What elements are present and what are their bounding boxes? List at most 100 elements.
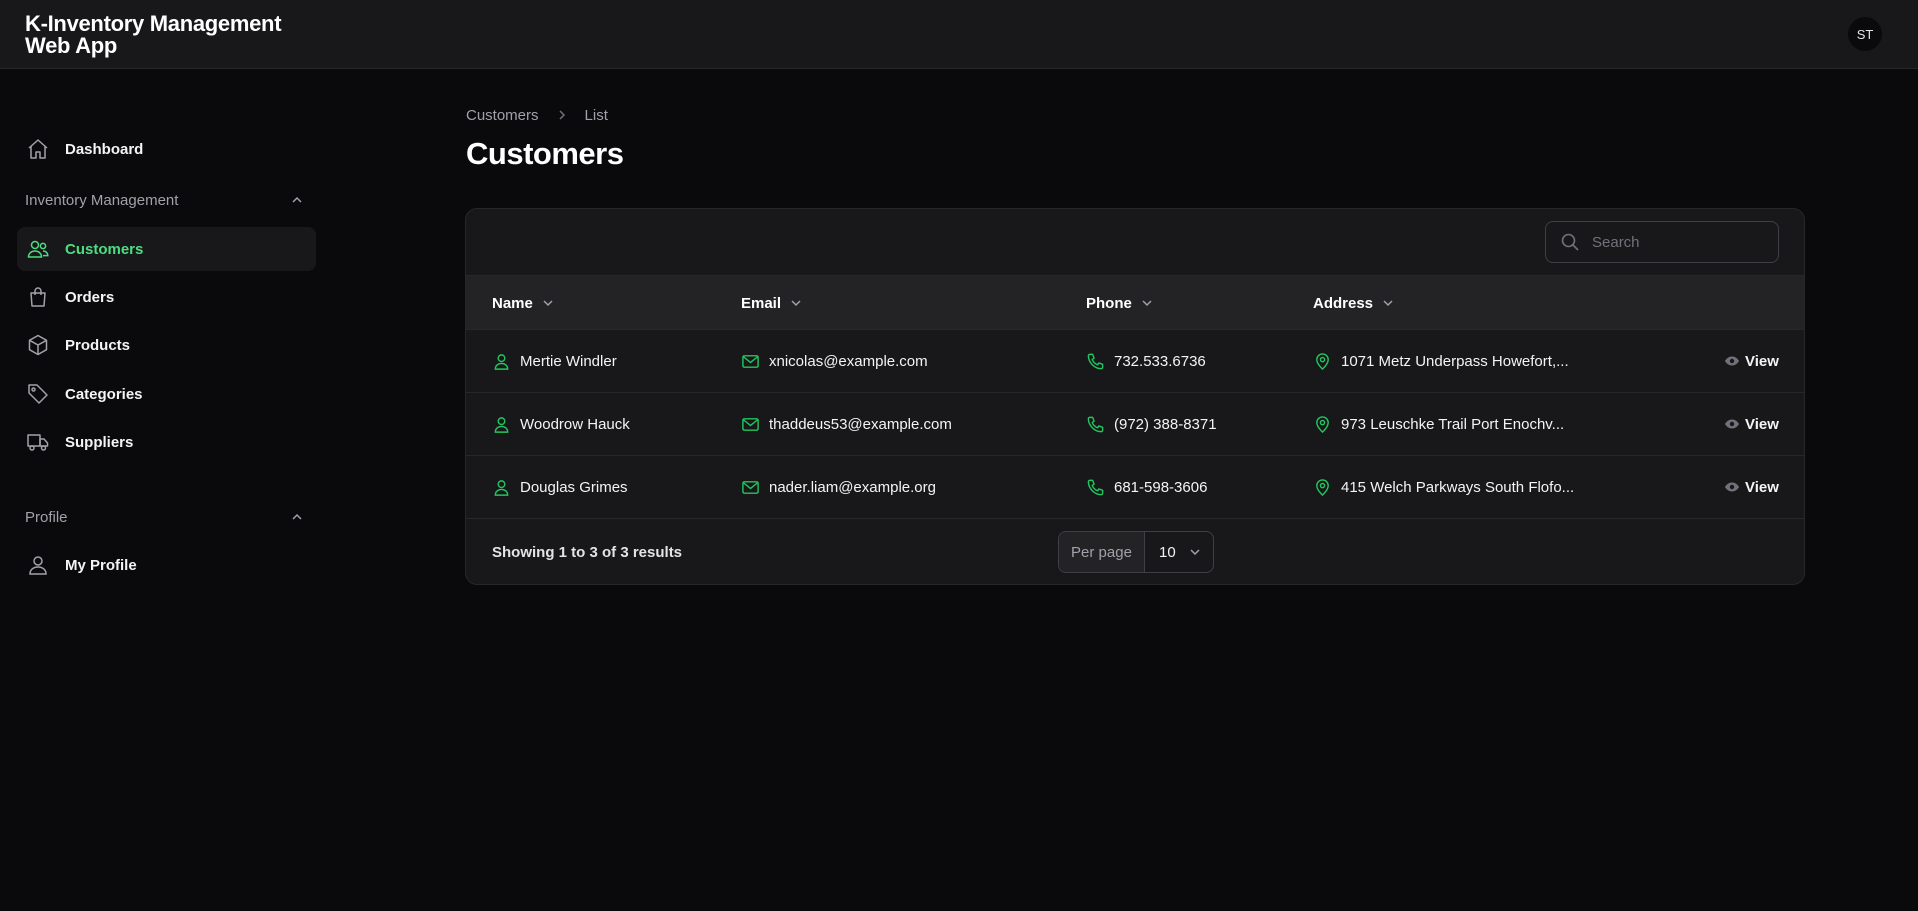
table-row[interactable]: Douglas Grimes nader.liam@example.org 68… xyxy=(466,456,1804,519)
view-button[interactable]: View xyxy=(1724,393,1779,455)
envelope-icon xyxy=(741,415,760,434)
sidebar-item-label: Products xyxy=(65,336,131,354)
sidebar-item-suppliers[interactable]: Suppliers xyxy=(17,420,316,464)
cell-phone: (972) 388-8371 xyxy=(1086,393,1217,455)
column-header-name[interactable]: Name xyxy=(492,276,555,330)
group-label: Profile xyxy=(25,508,68,526)
users-icon xyxy=(26,237,50,261)
sidebar-item-customers[interactable]: Customers xyxy=(17,227,316,271)
user-avatar[interactable]: ST xyxy=(1848,17,1882,51)
cell-address: 415 Welch Parkways South Flofo... xyxy=(1313,456,1574,518)
table-toolbar xyxy=(466,209,1804,276)
search-icon xyxy=(1560,232,1580,252)
cell-email: thaddeus53@example.com xyxy=(741,393,952,455)
column-label: Email xyxy=(741,294,782,312)
cell-email: nader.liam@example.org xyxy=(741,456,936,518)
cell-phone: 732.533.6736 xyxy=(1086,330,1206,392)
column-header-address[interactable]: Address xyxy=(1313,276,1395,330)
cell-address: 1071 Metz Underpass Howefort,... xyxy=(1313,330,1569,392)
search-input[interactable] xyxy=(1592,233,1762,251)
column-label: Phone xyxy=(1086,294,1132,312)
customer-name: Woodrow Hauck xyxy=(520,415,630,433)
customer-phone: 681-598-3606 xyxy=(1114,478,1208,496)
phone-icon xyxy=(1086,478,1105,497)
breadcrumb: Customers List xyxy=(466,105,608,125)
app-title[interactable]: K-Inventory Management Web App xyxy=(25,13,325,57)
sidebar-item-label: Dashboard xyxy=(65,140,144,158)
phone-icon xyxy=(1086,352,1105,371)
sidebar-item-categories[interactable]: Categories xyxy=(17,372,316,416)
chevron-right-icon xyxy=(555,108,569,122)
customer-name: Mertie Windler xyxy=(520,352,617,370)
sidebar-item-dashboard[interactable]: Dashboard xyxy=(17,127,316,171)
column-label: Name xyxy=(492,294,533,312)
per-page-value: 10 xyxy=(1159,543,1176,561)
sidebar-item-label: Suppliers xyxy=(65,433,134,451)
shopping-bag-icon xyxy=(26,285,50,309)
column-label: Address xyxy=(1313,294,1374,312)
per-page-label: Per page xyxy=(1059,532,1145,572)
sidebar: Dashboard Inventory Management Customers… xyxy=(0,70,330,911)
cell-name: Woodrow Hauck xyxy=(492,393,630,455)
user-icon xyxy=(492,415,511,434)
sidebar-item-orders[interactable]: Orders xyxy=(17,275,316,319)
column-header-phone[interactable]: Phone xyxy=(1086,276,1154,330)
view-button[interactable]: View xyxy=(1724,330,1779,392)
truck-icon xyxy=(26,430,50,454)
eye-icon xyxy=(1724,353,1740,369)
breadcrumb-item-list: List xyxy=(584,106,608,124)
table-row[interactable]: Woodrow Hauck thaddeus53@example.com (97… xyxy=(466,393,1804,456)
chevron-down-icon xyxy=(1140,296,1154,310)
map-pin-icon xyxy=(1313,352,1332,371)
map-pin-icon xyxy=(1313,478,1332,497)
eye-icon xyxy=(1724,416,1740,432)
chevron-down-icon xyxy=(541,296,555,310)
sidebar-item-label: Categories xyxy=(65,385,143,403)
table-header: Name Email Phone Address xyxy=(466,276,1804,330)
chevron-up-icon xyxy=(289,509,305,525)
table-row[interactable]: Mertie Windler xnicolas@example.com 732.… xyxy=(466,330,1804,393)
cell-phone: 681-598-3606 xyxy=(1086,456,1207,518)
results-summary: Showing 1 to 3 of 3 results xyxy=(492,543,683,561)
user-icon xyxy=(492,352,511,371)
customer-phone: (972) 388-8371 xyxy=(1114,415,1217,433)
customers-table-card: Name Email Phone Address Mertie Windler … xyxy=(465,208,1805,585)
search-box[interactable] xyxy=(1545,221,1779,263)
customer-phone: 732.533.6736 xyxy=(1114,352,1206,370)
user-icon xyxy=(492,478,511,497)
customer-address: 1071 Metz Underpass Howefort,... xyxy=(1341,352,1569,370)
home-icon xyxy=(26,137,50,161)
group-header-profile[interactable]: Profile xyxy=(25,505,305,529)
view-label: View xyxy=(1745,415,1779,433)
group-header-inventory[interactable]: Inventory Management xyxy=(25,188,305,212)
envelope-icon xyxy=(741,478,760,497)
map-pin-icon xyxy=(1313,415,1332,434)
view-button[interactable]: View xyxy=(1724,456,1779,518)
cell-name: Douglas Grimes xyxy=(492,456,628,518)
sidebar-item-label: Customers xyxy=(65,240,144,258)
page-title: Customers xyxy=(466,136,624,171)
chevron-down-icon xyxy=(1381,296,1395,310)
customer-address: 415 Welch Parkways South Flofo... xyxy=(1341,478,1575,496)
envelope-icon xyxy=(741,352,760,371)
tag-icon xyxy=(26,382,50,406)
cell-address: 973 Leuschke Trail Port Enochv... xyxy=(1313,393,1564,455)
top-bar: K-Inventory Management Web App ST xyxy=(0,0,1918,69)
sidebar-item-label: My Profile xyxy=(65,556,137,574)
customer-email: xnicolas@example.com xyxy=(769,352,928,370)
cell-name: Mertie Windler xyxy=(492,330,617,392)
phone-icon xyxy=(1086,415,1105,434)
sidebar-item-my-profile[interactable]: My Profile xyxy=(17,543,316,587)
customer-address: 973 Leuschke Trail Port Enochv... xyxy=(1341,415,1565,433)
customer-email: thaddeus53@example.com xyxy=(769,415,952,433)
chevron-down-icon xyxy=(789,296,803,310)
per-page-select[interactable]: 10 xyxy=(1145,532,1213,572)
sidebar-item-label: Orders xyxy=(65,288,115,306)
breadcrumb-item-customers[interactable]: Customers xyxy=(466,107,539,124)
user-icon xyxy=(26,553,50,577)
per-page-control: Per page 10 xyxy=(1058,531,1214,573)
group-label: Inventory Management xyxy=(25,191,179,209)
chevron-up-icon xyxy=(289,192,305,208)
column-header-email[interactable]: Email xyxy=(741,276,803,330)
sidebar-item-products[interactable]: Products xyxy=(17,323,316,367)
